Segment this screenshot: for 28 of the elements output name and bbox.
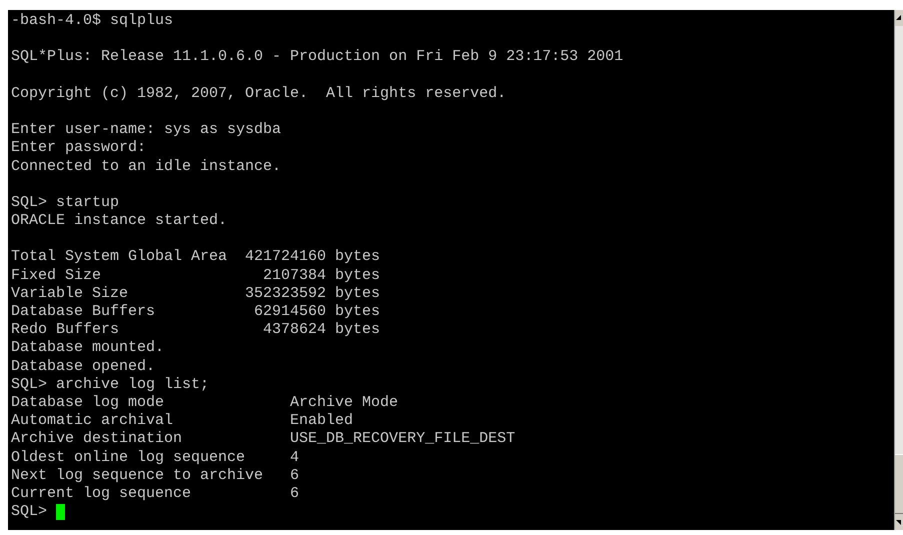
terminal-line: Enter password: xyxy=(11,139,148,158)
terminal-line: SQL> archive log list; xyxy=(11,376,210,394)
terminal-line: ORACLE instance started. xyxy=(11,212,228,230)
scrollbar-thumb[interactable] xyxy=(895,454,903,514)
terminal-line: Database mounted. xyxy=(11,339,166,358)
scrollbar[interactable] xyxy=(894,10,903,530)
terminal-line: Redo Buffers 4378624 bytes xyxy=(11,321,382,340)
terminal-line: Automatic archival Enabled xyxy=(11,412,354,430)
terminal-line: SQL> startup xyxy=(11,194,120,212)
terminal-line: Current log sequence 6 xyxy=(11,484,300,504)
terminal-line: Database opened. xyxy=(11,358,156,376)
terminal-line: -bash-4.0$ sqlplus xyxy=(11,12,174,30)
terminal-line: Oldest online log sequence 4 xyxy=(11,448,300,467)
text-cursor xyxy=(56,504,66,520)
terminal-line: Variable Size 352323592 bytes xyxy=(11,284,382,303)
terminal-line: Copyright (c) 1982, 2007, Oracle. All rights reserved. xyxy=(11,84,508,103)
scroll-up-icon[interactable] xyxy=(895,10,903,26)
terminal-line: Fixed Size 2107384 bytes xyxy=(11,266,382,285)
terminal-line: SQL*Plus: Release 11.1.0.6.0 - Production on Fri Feb 9 23:17:53 2001 xyxy=(11,48,624,67)
command-prompt: SQL> xyxy=(11,503,48,522)
terminal-line: Database Buffers 62914560 bytes xyxy=(11,303,382,322)
terminal-line: Connected to an idle instance. xyxy=(11,158,282,176)
terminal-line: Next log sequence to archive 6 xyxy=(11,466,300,485)
terminal-line: Database log mode Archive Mode xyxy=(11,394,400,412)
scroll-down-icon[interactable] xyxy=(895,514,903,530)
terminal-line: Enter user-name: sys as sysdba xyxy=(11,121,282,140)
terminal-line: Archive destination USE_DB_RECOVERY_FILE_DEST xyxy=(11,430,516,448)
terminal-line: Total System Global Area 421724160 bytes xyxy=(11,248,382,267)
